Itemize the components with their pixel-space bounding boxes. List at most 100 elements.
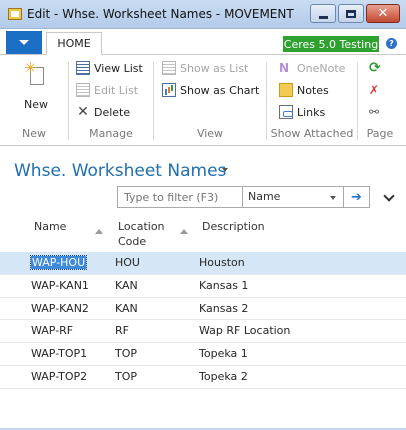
notes-label: Notes [297, 83, 329, 97]
cell-name[interactable]: WAP-TOP1 [31, 347, 87, 360]
clear-filter-button[interactable]: ✗ [369, 83, 387, 97]
company-badge: Ceres 5.0 Testing [283, 36, 379, 52]
window-title-bar[interactable]: Edit - Whse. Worksheet Names - MOVEMENT … [0, 0, 406, 29]
onenote-button[interactable]: N OneNote [279, 61, 345, 75]
minimize-icon [318, 16, 328, 19]
group-label-new: New [22, 127, 46, 140]
new-button-label: New [24, 98, 48, 111]
edit-list-icon [76, 83, 90, 97]
sort-icon[interactable] [95, 229, 103, 234]
column-header-name[interactable]: Name [34, 219, 66, 234]
column-header-location-line2: Code [118, 235, 147, 248]
cell-location-code[interactable]: HOU [115, 256, 140, 269]
view-list-icon [76, 61, 90, 75]
page-title: Whse. Worksheet Names [14, 161, 227, 181]
grid-body: WAP-HOU HOU Houston WAP-KAN1 KAN Kansas … [0, 252, 406, 389]
show-as-list-button[interactable]: Show as List [162, 61, 248, 75]
ribbon-group-manage: View List Edit List ✕ Delete Manage [69, 56, 153, 146]
cell-description[interactable]: Topeka 1 [199, 347, 248, 360]
show-as-chart-button[interactable]: Show as Chart [162, 83, 259, 97]
edit-list-button[interactable]: Edit List [76, 83, 138, 97]
table-row[interactable]: WAP-HOU HOU Houston [0, 252, 406, 275]
ribbon-group-view: Show as List Show as Chart View [154, 56, 266, 146]
cell-name[interactable]: WAP-KAN1 [31, 279, 89, 292]
cell-description[interactable]: Topeka 2 [199, 370, 248, 383]
column-header-description[interactable]: Description [202, 219, 265, 234]
minimize-button[interactable] [310, 4, 336, 23]
ribbon-group-show-attached: N OneNote Notes Links Show Attached [267, 56, 357, 146]
delete-label: Delete [94, 105, 131, 119]
cell-description[interactable]: Kansas 1 [199, 279, 248, 292]
cell-location-code[interactable]: TOP [115, 370, 137, 383]
sort-icon[interactable] [180, 229, 188, 234]
view-list-label: View List [94, 61, 143, 75]
maximize-button[interactable] [338, 4, 364, 23]
view-list-button[interactable]: View List [76, 61, 143, 75]
new-document-icon: ✳ [24, 61, 47, 86]
onenote-label: OneNote [297, 61, 346, 75]
app-window-icon [8, 8, 22, 20]
show-as-list-label: Show as List [180, 61, 249, 75]
list-icon [162, 61, 176, 75]
window-title: Edit - Whse. Worksheet Names - MOVEMENT … [27, 7, 295, 21]
table-row[interactable]: WAP-KAN2 KAN Kansas 2 [0, 298, 406, 321]
table-row[interactable]: WAP-TOP1 TOP Topeka 1 [0, 343, 406, 366]
delete-button[interactable]: ✕ Delete [76, 105, 130, 119]
binoculars-icon: ⚯ [369, 105, 380, 119]
filter-field-select[interactable]: Name [242, 187, 342, 207]
edit-list-label: Edit List [94, 83, 139, 97]
links-button[interactable]: Links [279, 105, 325, 119]
column-header-location-line1: Location [118, 220, 165, 233]
delete-icon: ✕ [77, 104, 89, 120]
chevron-down-icon[interactable] [330, 196, 336, 200]
chevron-down-icon [19, 40, 29, 45]
notes-icon [279, 83, 293, 97]
table-row[interactable]: WAP-RF RF Wap RF Location [0, 320, 406, 344]
links-icon [279, 105, 293, 119]
cell-location-code[interactable]: TOP [115, 347, 137, 360]
column-header-location-code[interactable]: Location Code [118, 219, 165, 249]
tab-home[interactable]: HOME [46, 32, 102, 55]
refresh-icon: ⟳ [369, 60, 381, 76]
group-label-manage: Manage [89, 127, 133, 140]
links-label: Links [297, 105, 326, 119]
help-icon[interactable]: ? [386, 38, 397, 49]
new-button[interactable]: ✳ New [20, 61, 52, 114]
cell-description[interactable]: Wap RF Location [199, 324, 290, 337]
show-as-chart-label: Show as Chart [180, 83, 260, 97]
filter-bar: Name ➔ [117, 186, 370, 208]
cell-location-code[interactable]: KAN [115, 279, 138, 292]
close-button[interactable]: ✕ [366, 4, 400, 23]
cell-location-code[interactable]: KAN [115, 302, 138, 315]
cell-description[interactable]: Houston [199, 256, 245, 269]
cell-name[interactable]: WAP-KAN2 [31, 302, 89, 315]
cell-name[interactable]: WAP-TOP2 [31, 370, 87, 383]
close-icon: ✕ [377, 6, 389, 21]
maximize-icon [346, 9, 356, 18]
find-button[interactable]: ⚯ [369, 105, 387, 119]
cell-location-code[interactable]: RF [115, 324, 129, 337]
arrow-right-icon[interactable]: ➔ [343, 187, 369, 207]
cell-name[interactable]: WAP-HOU [29, 255, 88, 270]
table-row[interactable]: WAP-KAN1 KAN Kansas 1 [0, 275, 406, 298]
chart-icon [162, 83, 176, 97]
cell-name[interactable]: WAP-RF [31, 324, 73, 337]
group-label-show-attached: Show Attached [270, 127, 354, 140]
collapse-chevron-icon[interactable] [383, 190, 395, 202]
application-menu-button[interactable] [6, 31, 42, 54]
table-row[interactable]: WAP-TOP2 TOP Topeka 2 [0, 366, 406, 389]
group-label-view: View [196, 127, 224, 140]
page-title-menu-icon[interactable] [222, 168, 228, 172]
cell-description[interactable]: Kansas 2 [199, 302, 248, 315]
filter-input[interactable] [118, 187, 242, 207]
notes-button[interactable]: Notes [279, 83, 329, 97]
onenote-icon: N [279, 61, 290, 75]
clear-filter-icon: ✗ [369, 83, 380, 97]
refresh-button[interactable]: ⟳ [369, 61, 387, 75]
ribbon-group-new: ✳ New New [0, 56, 68, 146]
grid-header: Name Location Code Description [0, 214, 406, 250]
ribbon-tab-row: HOME Ceres 5.0 Testing ? [0, 29, 406, 55]
ribbon-group-page: ⟳ ✗ ⚯ Page [358, 56, 402, 146]
group-label-page: Page [366, 127, 394, 140]
ribbon: ✳ New New View List Edit List ✕ Delete M… [0, 56, 406, 146]
